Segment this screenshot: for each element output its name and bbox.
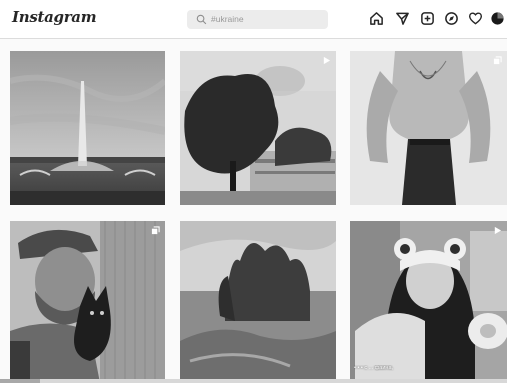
scrollbar-thumb[interactable] [0, 379, 40, 383]
search-box[interactable] [187, 10, 328, 29]
post-tile[interactable] [180, 51, 336, 205]
profile-avatar-icon[interactable] [490, 11, 505, 26]
post-tile[interactable] [10, 221, 165, 383]
search-input[interactable] [211, 11, 321, 27]
horizontal-scrollbar[interactable] [0, 379, 507, 383]
home-icon[interactable] [369, 11, 384, 26]
video-icon [493, 226, 502, 235]
multiple-posts-icon [151, 226, 160, 235]
post-tile[interactable] [350, 51, 507, 205]
multiple-posts-icon [493, 56, 502, 65]
post-tile[interactable]: • • • с ... фаина, [350, 221, 507, 383]
top-navigation-bar: Instagram [0, 0, 507, 39]
post-tile[interactable] [180, 221, 336, 383]
instagram-logo[interactable]: Instagram [12, 8, 97, 26]
activity-heart-icon[interactable] [468, 11, 483, 26]
video-icon [322, 56, 331, 65]
search-icon [196, 14, 207, 25]
girl-bear-ears-photo [350, 221, 507, 383]
explore-compass-icon[interactable] [444, 11, 459, 26]
fountain-photo [10, 51, 165, 205]
trees-building-photo [180, 51, 336, 205]
video-caption: • • • с ... фаина, [354, 365, 394, 371]
new-post-icon[interactable] [420, 11, 435, 26]
post-tile[interactable] [10, 51, 165, 205]
explore-grid: • • • с ... фаина, [0, 38, 507, 383]
man-with-cat-photo [10, 221, 165, 383]
landscape-photo [180, 221, 336, 383]
fashion-photo [350, 51, 507, 205]
direct-send-icon[interactable] [395, 11, 410, 26]
